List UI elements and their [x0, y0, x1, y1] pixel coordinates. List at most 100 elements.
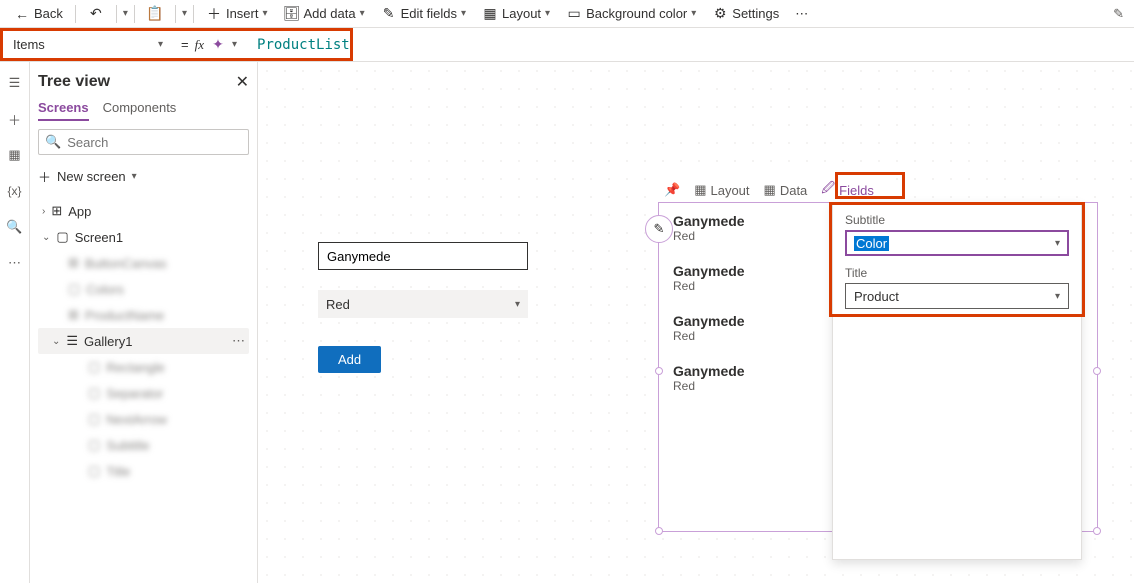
- tree-search[interactable]: 🔍: [38, 129, 249, 155]
- copilot-icon[interactable]: ✦: [210, 37, 226, 53]
- plus-icon: ＋: [206, 6, 222, 22]
- chevron-down-icon: ▾: [1055, 291, 1060, 302]
- paste-button[interactable]: 📋: [141, 4, 169, 24]
- subtitle-select[interactable]: Color ▾: [845, 230, 1069, 256]
- fields-popup: Subtitle Color ▾ Title Product ▾: [832, 202, 1082, 560]
- tree-item-gallery1[interactable]: ⌄ ☰ Gallery1 ⋯: [38, 328, 249, 354]
- top-toolbar: ← Back ↶ ▾ 📋 ▾ ＋ Insert ▾ 🗄 Add data ▾ ✎…: [0, 0, 1134, 28]
- chevron-down-icon: ▾: [545, 8, 550, 19]
- subtitle-label: Subtitle: [845, 213, 1069, 227]
- add-data-button[interactable]: 🗄 Add data ▾: [278, 4, 371, 24]
- chevron-down-icon[interactable]: ▾: [123, 8, 128, 19]
- resize-handle[interactable]: [655, 367, 663, 375]
- chevron-down-icon: ▾: [515, 299, 520, 310]
- back-button[interactable]: ← Back: [8, 4, 69, 24]
- color-dropdown[interactable]: Red ▾: [318, 290, 528, 318]
- chevron-down-icon[interactable]: ▾: [182, 8, 187, 19]
- new-screen-button[interactable]: ＋ New screen ▾: [38, 163, 249, 190]
- search-rail-icon[interactable]: 🔍: [6, 218, 24, 236]
- left-rail: ☰ ＋ ▦ {x} 🔍 ⋯: [0, 62, 30, 583]
- search-icon: 🔍: [45, 134, 61, 150]
- bgcolor-icon: ▭: [566, 6, 582, 22]
- more-button[interactable]: ⋯: [789, 4, 814, 24]
- undo-button[interactable]: ↶: [82, 4, 110, 24]
- tree-item-screen1[interactable]: ⌄ ▢ Screen1: [38, 224, 249, 250]
- property-name: Items: [13, 37, 45, 52]
- bgcolor-button[interactable]: ▭ Background color ▾: [560, 4, 702, 24]
- tree-item-blurred[interactable]: ▢NextArrow: [38, 406, 249, 432]
- fx-area: = fx ✦ ▾: [173, 31, 245, 58]
- tree-item-blurred[interactable]: ▢Title: [38, 458, 249, 484]
- gal-tab-layout[interactable]: ▦Layout: [694, 182, 749, 198]
- tree-item-blurred[interactable]: ⊞ButtonCanvas: [38, 250, 249, 276]
- data-icon: ▦: [764, 182, 776, 198]
- tree-header: Tree view ✕: [38, 72, 249, 92]
- separator: [116, 5, 117, 23]
- tree-item-blurred[interactable]: ⊞ProductName: [38, 302, 249, 328]
- chevron-down-icon: ▾: [461, 8, 466, 19]
- tree-label: Screen1: [75, 230, 123, 245]
- resize-handle[interactable]: [1093, 527, 1101, 535]
- separator: [75, 5, 76, 23]
- resize-handle[interactable]: [1093, 367, 1101, 375]
- fx-label: fx: [195, 37, 204, 53]
- chevron-down-icon: ⌄: [42, 232, 50, 243]
- settings-button[interactable]: ⚙ Settings: [706, 4, 785, 24]
- tree-label: Gallery1: [84, 334, 132, 349]
- edit-pencil-icon[interactable]: ✎: [1113, 6, 1124, 22]
- gallery-icon: ☰: [66, 333, 78, 349]
- formula-bar: Items ▾ = fx ✦ ▾ ProductList: [0, 28, 1134, 62]
- layout-button[interactable]: ▦ Layout ▾: [476, 4, 556, 24]
- vars-rail-icon[interactable]: {x}: [6, 182, 24, 200]
- chevron-down-icon: ⌄: [52, 336, 60, 347]
- tab-screens[interactable]: Screens: [38, 100, 89, 121]
- edit-fields-icon: ✎: [381, 6, 397, 22]
- gear-icon: ⚙: [712, 6, 728, 22]
- more-icon[interactable]: ⋯: [232, 333, 245, 349]
- resize-handle[interactable]: [655, 527, 663, 535]
- ganymede-input[interactable]: [318, 242, 528, 270]
- chevron-down-icon: ▾: [262, 8, 267, 19]
- insert-button[interactable]: ＋ Insert ▾: [200, 4, 274, 24]
- layout-label: Layout: [502, 6, 541, 21]
- property-select[interactable]: Items ▾: [3, 31, 173, 58]
- chevron-down-icon: ▾: [158, 39, 163, 50]
- layout-icon: ▦: [694, 182, 706, 198]
- settings-label: Settings: [732, 6, 779, 21]
- chevron-down-icon: ▾: [360, 8, 365, 19]
- tree-item-blurred[interactable]: ▢Colors: [38, 276, 249, 302]
- tree-item-blurred[interactable]: ▢Subtitle: [38, 432, 249, 458]
- chevron-down-icon: ▾: [691, 8, 696, 19]
- tree-item-blurred[interactable]: ▢Separator: [38, 380, 249, 406]
- app-icon: ⊞: [51, 203, 62, 219]
- separator: [175, 5, 176, 23]
- tree-tabs: Screens Components: [38, 100, 249, 121]
- add-button[interactable]: Add: [318, 346, 381, 373]
- chevron-down-icon: ▾: [132, 171, 137, 182]
- insert-rail-icon[interactable]: ＋: [6, 110, 24, 128]
- chevron-down-icon[interactable]: ▾: [232, 39, 237, 50]
- gal-tab-data[interactable]: ▦Data: [764, 182, 808, 198]
- title-label: Title: [845, 266, 1069, 280]
- tree-view-icon[interactable]: ☰: [6, 74, 24, 92]
- search-input[interactable]: [67, 135, 243, 150]
- subtitle-value: Color: [854, 236, 889, 251]
- title-select[interactable]: Product ▾: [845, 283, 1069, 309]
- data-rail-icon[interactable]: ▦: [6, 146, 24, 164]
- fields-tab-highlight: [835, 172, 905, 199]
- formula-value[interactable]: ProductList: [245, 37, 350, 53]
- more-rail-icon[interactable]: ⋯: [6, 254, 24, 272]
- database-icon: 🗄: [284, 6, 300, 22]
- gallery-edit-icon[interactable]: ✎: [645, 215, 673, 243]
- canvas: Red ▾ Add 📌 ▦Layout ▦Data 🖉Fields ✎ Gany…: [258, 62, 1134, 583]
- tree-item-blurred[interactable]: ▢Rectangle: [38, 354, 249, 380]
- pin-icon[interactable]: 📌: [664, 182, 680, 198]
- fields-icon: 🖉: [821, 179, 835, 201]
- tab-components[interactable]: Components: [103, 100, 177, 121]
- insert-label: Insert: [226, 6, 259, 21]
- undo-icon: ↶: [88, 6, 104, 22]
- tree-item-app[interactable]: › ⊞ App: [38, 198, 249, 224]
- edit-fields-button[interactable]: ✎ Edit fields ▾: [375, 4, 472, 24]
- new-screen-label: New screen: [57, 169, 126, 184]
- close-icon[interactable]: ✕: [236, 72, 249, 92]
